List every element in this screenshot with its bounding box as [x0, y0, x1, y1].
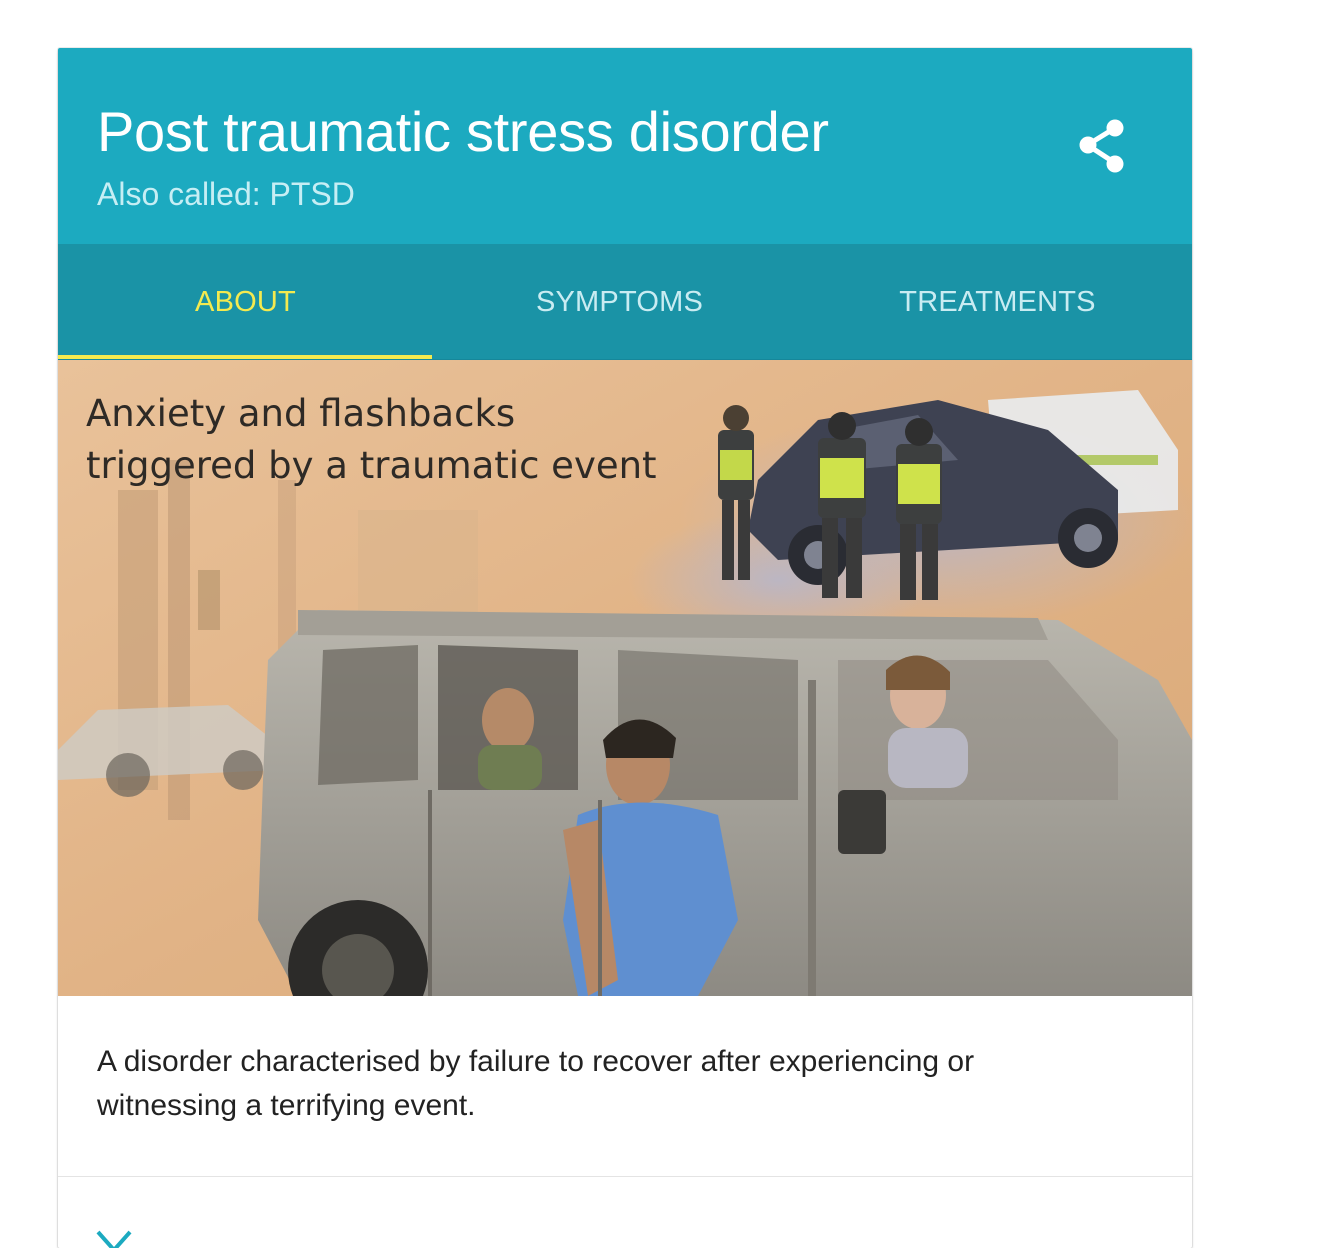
tab-treatments[interactable]: TREATMENTS	[810, 244, 1185, 360]
share-button[interactable]	[1068, 112, 1136, 180]
tab-bar: ABOUT SYMPTOMS TREATMENTS	[58, 244, 1192, 360]
tab-about-label: ABOUT	[195, 285, 296, 318]
chevron-down-icon[interactable]	[94, 1228, 134, 1248]
condition-title: Post traumatic stress disorder	[97, 100, 829, 163]
tab-symptoms[interactable]: SYMPTOMS	[432, 244, 807, 360]
illustration-caption: Anxiety and flashbacks triggered by a tr…	[86, 388, 726, 492]
section-separator	[58, 1176, 1192, 1177]
tab-treatments-label: TREATMENTS	[899, 285, 1096, 318]
card-header: Post traumatic stress disorder Also call…	[58, 48, 1192, 244]
caption-line-1: Anxiety and flashbacks	[86, 392, 516, 435]
share-icon	[1079, 119, 1124, 173]
knowledge-panel-card: Post traumatic stress disorder Also call…	[58, 48, 1192, 1248]
tab-about[interactable]: ABOUT	[58, 244, 433, 360]
caption-line-2: triggered by a traumatic event	[86, 444, 657, 487]
condition-description: A disorder characterised by failure to r…	[97, 1045, 975, 1122]
tab-symptoms-label: SYMPTOMS	[535, 285, 704, 318]
also-called-text: Also called: PTSD	[97, 176, 355, 212]
condition-illustration: Anxiety and flashbacks triggered by a tr…	[58, 360, 1192, 996]
